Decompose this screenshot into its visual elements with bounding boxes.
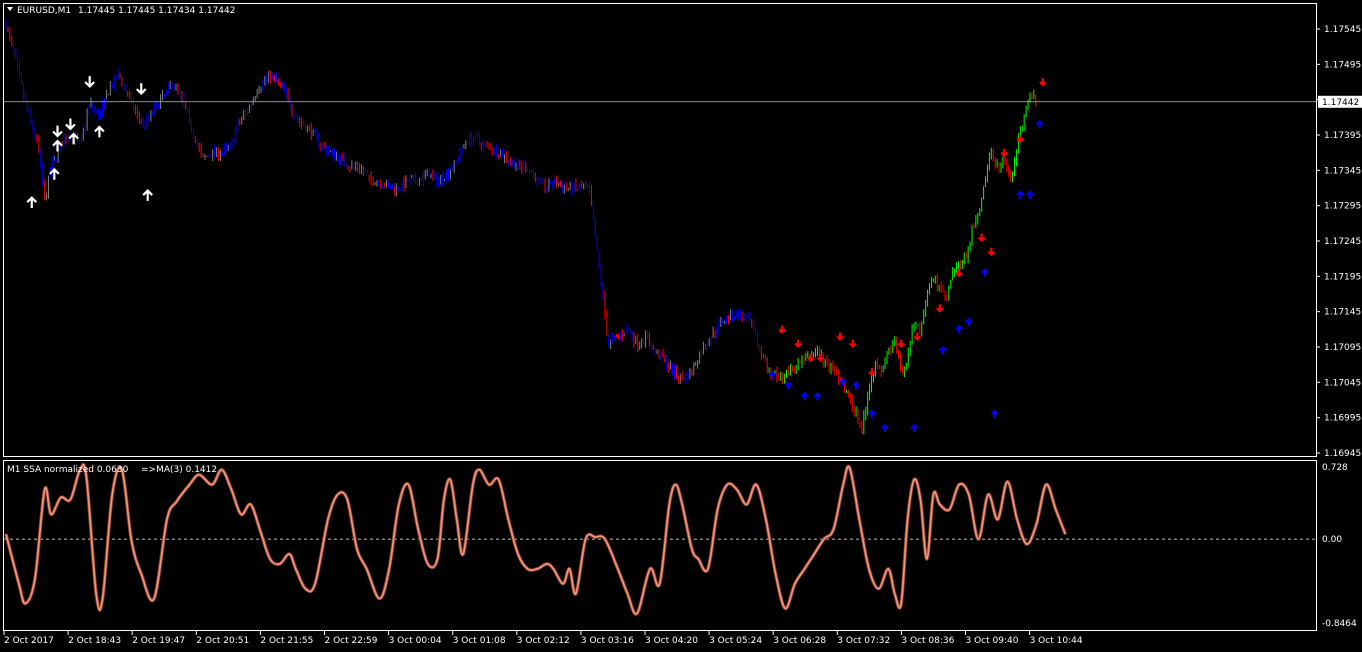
y-tick-label: 1.17045 [1324,378,1361,388]
y-tick-label: 1.17395 [1324,131,1361,141]
y-tick-label: 1.17245 [1324,237,1361,247]
x-tick-label: 2 Oct 21:55 [260,636,313,646]
symbol-label: EURUSD,M1 [17,6,71,16]
indicator-y-tick-label: 0.00 [1322,535,1342,545]
indicator-y-tick-label: -0.8464 [1322,619,1357,629]
x-tick-label: 3 Oct 08:36 [901,636,954,646]
x-tick-label: 3 Oct 00:04 [389,636,442,646]
x-tick-label: 3 Oct 01:08 [453,636,506,646]
x-tick-label: 3 Oct 07:32 [837,636,890,646]
background [0,0,1362,652]
y-tick-label: 1.17495 [1324,60,1361,70]
x-tick-label: 3 Oct 06:28 [773,636,826,646]
indicator-ma-label: =>MA(3) 0.1412 [141,465,217,475]
x-tick-label: 2 Oct 22:59 [325,636,378,646]
y-tick-label: 1.17345 [1324,166,1361,176]
y-tick-label: 1.17145 [1324,308,1361,318]
chart-canvas: 1.175451.174951.174451.173951.173451.172… [0,0,1362,652]
indicator-name: M1 SSA normalized 0.0630 [7,465,129,475]
y-tick-label: 1.17295 [1324,202,1361,212]
x-tick-label: 3 Oct 04:20 [645,636,698,646]
y-tick-label: 1.16945 [1324,449,1361,459]
x-tick-label: 3 Oct 02:12 [517,636,570,646]
x-tick-label: 3 Oct 10:44 [1030,636,1083,646]
x-tick-label: 2 Oct 20:51 [196,636,249,646]
x-tick-label: 3 Oct 05:24 [709,636,762,646]
x-tick-label: 2 Oct 2017 [4,636,54,646]
x-tick-label: 3 Oct 09:40 [966,636,1019,646]
x-tick-label: 2 Oct 18:43 [68,636,121,646]
ohlc-values: 1.17445 1.17445 1.17434 1.17442 [78,6,235,16]
y-tick-label: 1.17195 [1324,272,1361,282]
y-tick-label: 1.16995 [1324,414,1361,424]
indicator-y-tick-label: 0.728 [1322,463,1348,473]
x-tick-label: 2 Oct 19:47 [132,636,185,646]
y-tick-label: 1.17545 [1324,25,1361,35]
x-tick-label: 3 Oct 03:16 [581,636,634,646]
current-price-label: 1.17442 [1322,98,1359,108]
y-tick-label: 1.17095 [1324,343,1361,353]
